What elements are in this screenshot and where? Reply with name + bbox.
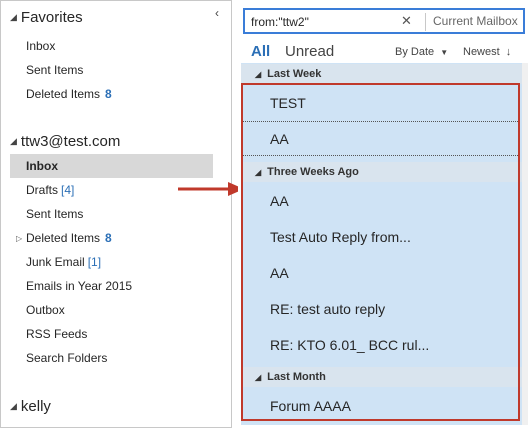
folder-rss-feeds[interactable]: RSS Feeds bbox=[10, 322, 213, 346]
caret-down-icon: ▼ bbox=[440, 48, 449, 57]
search-input[interactable] bbox=[251, 13, 396, 31]
arrow-down-icon: ↓ bbox=[505, 46, 512, 58]
message-item[interactable]: AA bbox=[243, 255, 520, 290]
folder-outbox[interactable]: Outbox bbox=[10, 298, 213, 322]
triangle-down-icon: ◢ bbox=[255, 69, 262, 79]
junk-count: [1] bbox=[87, 255, 102, 269]
folder-label: Deleted Items bbox=[26, 87, 101, 101]
chevron-left-icon[interactable]: ‹ bbox=[215, 6, 219, 20]
folder-label: Junk Email bbox=[26, 255, 85, 269]
folder-sent-items[interactable]: Sent Items bbox=[10, 202, 213, 226]
triangle-down-icon: ◢ bbox=[255, 167, 262, 177]
folder-label: Drafts bbox=[26, 183, 59, 197]
message-subject: Test Auto Reply from... bbox=[270, 228, 411, 245]
folder-deleted-items[interactable]: ▷ Deleted Items 8 bbox=[10, 226, 213, 250]
group-label: Three Weeks Ago bbox=[267, 166, 359, 178]
folder-label: Deleted Items bbox=[26, 231, 101, 245]
folder-label: RSS Feeds bbox=[26, 327, 88, 341]
favorites-label: Favorites bbox=[20, 9, 83, 26]
triangle-down-icon: ◢ bbox=[255, 372, 262, 382]
folder-favorites-sent-items[interactable]: Sent Items bbox=[10, 58, 213, 82]
favorites-header[interactable]: ◢ Favorites bbox=[10, 9, 83, 26]
scrollbar[interactable] bbox=[522, 63, 528, 425]
message-item[interactable]: Test Auto Reply from... bbox=[243, 219, 520, 254]
folder-label: Inbox bbox=[26, 159, 58, 173]
filter-all-tab[interactable]: All bbox=[251, 43, 270, 60]
message-subject: AA bbox=[270, 192, 289, 209]
folder-label: Inbox bbox=[26, 39, 56, 53]
folder-label: Outbox bbox=[26, 303, 65, 317]
triangle-right-icon[interactable]: ▷ bbox=[16, 234, 22, 243]
folder-label: Emails in Year 2015 bbox=[26, 279, 133, 293]
account-header[interactable]: ◢ ttw3@test.com bbox=[10, 133, 120, 150]
group-label: Last Month bbox=[267, 371, 326, 383]
filter-bar: All Unread By Date ▼ Newest ↓ bbox=[238, 40, 529, 64]
message-subject: Forum AAAA bbox=[270, 397, 351, 414]
unread-count: 8 bbox=[105, 87, 112, 101]
message-item[interactable]: AA bbox=[243, 183, 520, 218]
folder-favorites-inbox[interactable]: Inbox bbox=[10, 34, 213, 58]
folder-label: Sent Items bbox=[26, 63, 84, 77]
folder-emails-in-year-2015[interactable]: Emails in Year 2015 bbox=[10, 274, 213, 298]
sort-order-label: Newest bbox=[463, 46, 500, 58]
draft-count: [4] bbox=[61, 183, 75, 197]
triangle-down-icon: ◢ bbox=[10, 12, 17, 22]
search-box[interactable]: ✕ Current Mailbox bbox=[243, 8, 525, 34]
search-scope-dropdown[interactable]: Current Mailbox bbox=[433, 14, 518, 28]
group-header-last-week[interactable]: ◢ Last Week bbox=[241, 64, 524, 84]
second-account-label: kelly bbox=[20, 398, 51, 415]
folder-pane: ◢ Favorites ‹ Inbox Sent Items Deleted I… bbox=[0, 0, 232, 428]
message-item[interactable]: Forum AAAA bbox=[243, 388, 520, 423]
folder-inbox[interactable]: Inbox bbox=[10, 154, 213, 178]
account-label: ttw3@test.com bbox=[20, 133, 121, 150]
folder-search-folders[interactable]: Search Folders bbox=[10, 346, 213, 370]
message-subject: RE: test auto reply bbox=[270, 300, 386, 317]
message-subject: TEST bbox=[270, 94, 306, 111]
folder-junk-email[interactable]: Junk Email [1] bbox=[10, 250, 213, 274]
filter-unread-tab[interactable]: Unread bbox=[285, 43, 334, 60]
triangle-down-icon: ◢ bbox=[10, 136, 17, 146]
group-header-last-month[interactable]: ◢ Last Month bbox=[241, 367, 524, 387]
triangle-down-icon: ◢ bbox=[10, 401, 17, 411]
message-subject: RE: KTO 6.01_ BCC rul... bbox=[270, 336, 430, 353]
sort-by-label: By Date bbox=[395, 46, 435, 58]
folder-favorites-deleted-items[interactable]: Deleted Items 8 bbox=[10, 82, 213, 106]
message-item[interactable]: TEST bbox=[243, 85, 520, 120]
second-account-header[interactable]: ◢ kelly bbox=[10, 398, 51, 415]
message-item[interactable]: RE: KTO 6.01_ BCC rul... bbox=[243, 327, 520, 362]
message-item[interactable]: RE: test auto reply bbox=[243, 291, 520, 326]
folder-label: Sent Items bbox=[26, 207, 84, 221]
message-subject: AA bbox=[270, 264, 289, 281]
group-label: Last Week bbox=[267, 68, 322, 80]
red-arrow-icon bbox=[178, 182, 244, 196]
message-item[interactable]: AA bbox=[243, 121, 520, 156]
message-pane: ✕ Current Mailbox All Unread By Date ▼ N… bbox=[238, 0, 529, 428]
sort-by-dropdown[interactable]: By Date ▼ bbox=[395, 46, 448, 58]
sort-order-toggle[interactable]: Newest ↓ bbox=[463, 46, 511, 58]
group-header-three-weeks-ago[interactable]: ◢ Three Weeks Ago bbox=[241, 162, 524, 182]
search-divider bbox=[425, 13, 426, 31]
unread-count: 8 bbox=[105, 231, 112, 245]
folder-label: Search Folders bbox=[26, 351, 108, 365]
close-icon[interactable]: ✕ bbox=[401, 13, 412, 29]
message-subject: AA bbox=[270, 130, 289, 147]
